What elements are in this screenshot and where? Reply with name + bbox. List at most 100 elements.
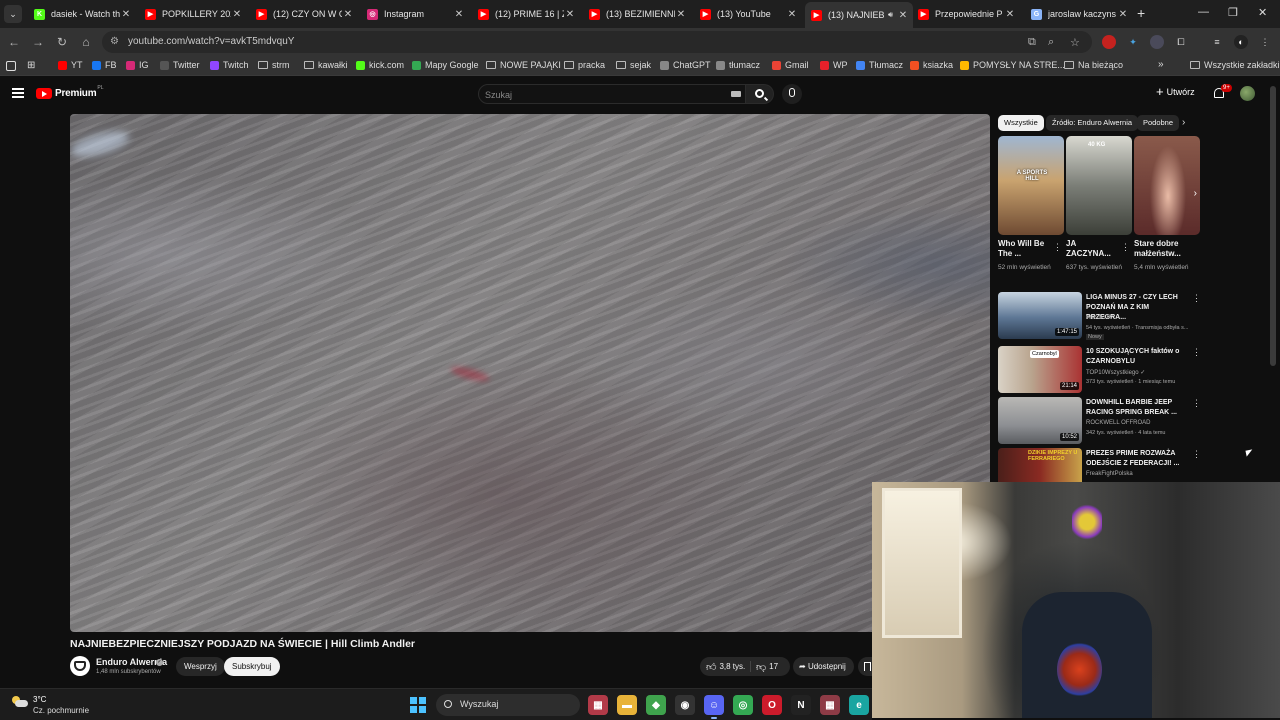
install-app-icon[interactable]: ⧉ bbox=[1028, 36, 1036, 49]
short-thumbnail[interactable]: › bbox=[1134, 136, 1200, 235]
extension-icon[interactable]: ✦ bbox=[1126, 35, 1140, 49]
support-button[interactable]: Wesprzyj bbox=[176, 657, 225, 676]
short-next-arrow-icon[interactable]: › bbox=[1194, 188, 1197, 199]
browser-tab[interactable]: ▶ (13) NAJNIEB 🔊︎ ✕ bbox=[805, 2, 913, 28]
account-avatar[interactable] bbox=[1240, 86, 1255, 101]
minimize-button[interactable]: — bbox=[1198, 6, 1209, 18]
tab-close-icon[interactable]: ✕ bbox=[1117, 9, 1129, 20]
create-button[interactable]: + Utwórz bbox=[1156, 85, 1195, 98]
taskbar-search[interactable]: Wyszukaj bbox=[436, 694, 580, 716]
bookmark-item[interactable]: ChatGPT bbox=[660, 60, 711, 70]
bookmark-item[interactable]: YT bbox=[58, 60, 83, 70]
weather-icon[interactable] bbox=[12, 696, 28, 708]
recommendation-item[interactable]: 1:47:15 LIGA MINUS 27 - CZY LECH POZNAŃ … bbox=[998, 292, 1201, 340]
channel-avatar[interactable] bbox=[70, 656, 90, 676]
forward-button[interactable]: → bbox=[30, 34, 46, 50]
reload-button[interactable]: ↻ bbox=[54, 34, 70, 50]
discord-app-icon[interactable]: ☺ bbox=[704, 695, 724, 719]
browser-tab[interactable]: ▶ (12) PRIME 16 | Z ✕ bbox=[472, 3, 580, 25]
new-tab-button[interactable]: + bbox=[1137, 5, 1145, 21]
home-button[interactable]: ⌂ bbox=[78, 34, 94, 50]
keyboard-icon[interactable] bbox=[731, 91, 741, 97]
zoom-icon[interactable]: ⌕ bbox=[1048, 36, 1054, 49]
tab-close-icon[interactable]: ✕ bbox=[342, 9, 354, 20]
opera-app-icon[interactable]: O bbox=[762, 695, 782, 715]
chevron-right-icon[interactable]: › bbox=[1182, 117, 1185, 128]
chip-all[interactable]: Wszystkie bbox=[998, 115, 1044, 131]
notifications-button[interactable]: 9+ bbox=[1212, 84, 1232, 100]
shield-app-icon[interactable]: ◆ bbox=[646, 695, 666, 715]
more-options-icon[interactable]: ⋮ bbox=[1053, 242, 1062, 253]
tab-close-icon[interactable]: ✕ bbox=[231, 9, 243, 20]
short-card[interactable]: › Stare dobre małżeństw... 5,4 mln wyświ… bbox=[1134, 136, 1200, 272]
bookmark-item[interactable]: Mapy Google bbox=[412, 60, 479, 70]
sidebar-toggle-icon[interactable] bbox=[6, 61, 16, 71]
youtube-premium-logo[interactable]: Premium PL bbox=[36, 85, 104, 99]
video-player[interactable] bbox=[70, 114, 990, 632]
bookmark-item[interactable]: WP bbox=[820, 60, 848, 70]
tab-search-button[interactable]: ⌄ bbox=[4, 5, 22, 23]
profile-extension-icon[interactable] bbox=[1150, 35, 1164, 49]
tab-close-icon[interactable]: ✕ bbox=[1004, 9, 1016, 20]
recommendation-item[interactable]: Czarnobyl 21:14 10 SZOKUJĄCYCH faktów o … bbox=[998, 346, 1201, 394]
recommendation-item[interactable]: 10:52 DOWNHILL BARBIE JEEP RACING SPRING… bbox=[998, 397, 1201, 445]
recommendation-thumbnail[interactable]: Czarnobyl 21:14 bbox=[998, 346, 1082, 393]
apps-grid-icon[interactable]: ⊞ bbox=[27, 60, 35, 71]
bookmark-item[interactable]: pracka bbox=[564, 60, 605, 70]
record-extension-icon[interactable] bbox=[1102, 35, 1116, 49]
browser-tab[interactable]: Gjaroslaw kaczyns ✕ bbox=[1025, 3, 1133, 25]
tab-close-icon[interactable]: ✕ bbox=[564, 9, 576, 20]
bookmark-item[interactable]: sejak bbox=[616, 60, 651, 70]
bookmark-item[interactable]: kick.com bbox=[356, 60, 404, 70]
bookmark-item[interactable]: Twitch bbox=[210, 60, 249, 70]
tab-close-icon[interactable]: ✕ bbox=[786, 9, 798, 20]
page-scrollbar[interactable] bbox=[1270, 86, 1276, 366]
back-button[interactable]: ← bbox=[6, 34, 22, 50]
restore-button[interactable]: ❐ bbox=[1228, 6, 1238, 19]
recommendation-channel[interactable]: ROCKWELL OFFROAD bbox=[1086, 420, 1150, 426]
bookmark-item[interactable]: strm bbox=[258, 60, 290, 70]
tab-close-icon[interactable]: ✕ bbox=[453, 9, 465, 20]
short-card[interactable]: A SPORTS HILL Who Will Be The ... 52 mln… bbox=[998, 136, 1064, 272]
recommendation-channel[interactable]: WeszloTV bbox=[1086, 315, 1113, 321]
recommendation-thumbnail[interactable]: 1:47:15 bbox=[998, 292, 1082, 339]
voice-search-button[interactable] bbox=[782, 84, 802, 104]
like-button[interactable]: 👍︎ 3,8 tys. bbox=[706, 657, 745, 676]
profile-avatar-icon[interactable]: ◐ bbox=[1234, 35, 1248, 49]
chip-similar[interactable]: Podobne bbox=[1137, 115, 1180, 131]
bookmark-item[interactable]: Na bieżąco bbox=[1064, 60, 1123, 70]
weather-temperature[interactable]: 3°C bbox=[33, 695, 46, 704]
browser-tab[interactable]: ▶ (13) BEZIMIENNI ✕ bbox=[583, 3, 691, 25]
recommendation-channel[interactable]: FreakFightPolska bbox=[1086, 471, 1133, 477]
address-bar[interactable]: ⚙ youtube.com/watch?v=avkT5mdvquY ⧉ ⌕ ☆ bbox=[102, 31, 1092, 53]
weather-description[interactable]: Cz. pochmurnie bbox=[33, 706, 89, 715]
archive-app-icon[interactable]: ▦ bbox=[588, 695, 608, 715]
recommendation-channel[interactable]: TOP10Wszystkiego ✓ bbox=[1086, 369, 1145, 376]
tab-close-icon[interactable]: ✕ bbox=[897, 10, 909, 21]
bookmark-item[interactable]: POMYSŁY NA STRE... bbox=[960, 60, 1065, 70]
winrar-app-icon[interactable]: ▦ bbox=[820, 695, 840, 715]
windows-start-icon[interactable] bbox=[410, 697, 426, 713]
tab-audio-icon[interactable]: 🔊︎ bbox=[888, 10, 893, 20]
bookmark-item[interactable]: kawałki bbox=[304, 60, 348, 70]
more-options-icon[interactable]: ⋮ bbox=[1192, 347, 1201, 358]
browser-tab[interactable]: ▶ POPKILLERY 2026✕ bbox=[139, 3, 247, 25]
browser-tab[interactable]: ▶ Przepowiednie P ✕ bbox=[912, 3, 1020, 25]
browser-tab[interactable]: ▶ (13) YouTube ✕ bbox=[694, 3, 802, 25]
bookmark-item[interactable]: Tłumacz bbox=[856, 60, 903, 70]
recommendation-thumbnail[interactable]: 10:52 bbox=[998, 397, 1082, 444]
browser-tab[interactable]: ▶ (12) CZY ON W O ✕ bbox=[250, 3, 358, 25]
recommendation-item[interactable]: DZIKIE IMPREZY U FERRARIEGO PREZES PRIME… bbox=[998, 448, 1198, 482]
notion-app-icon[interactable]: N bbox=[791, 695, 811, 715]
github-app-icon[interactable]: ◉ bbox=[675, 695, 695, 715]
bookmark-item[interactable]: NOWE PAJĄKI bbox=[486, 60, 561, 70]
bookmark-item[interactable]: Gmail bbox=[772, 60, 809, 70]
more-options-icon[interactable]: ⋮ bbox=[1192, 398, 1201, 409]
dislike-button[interactable]: 👎︎ 17 bbox=[756, 657, 778, 676]
more-options-icon[interactable]: ⋮ bbox=[1192, 293, 1201, 304]
share-button[interactable]: ➦ Udostępnij bbox=[793, 657, 854, 676]
edge-app-icon[interactable]: e bbox=[849, 695, 869, 715]
site-info-icon[interactable]: ⚙ bbox=[110, 36, 122, 48]
extensions-puzzle-icon[interactable]: ⧠ bbox=[1174, 35, 1188, 49]
tab-close-icon[interactable]: ✕ bbox=[675, 9, 687, 20]
